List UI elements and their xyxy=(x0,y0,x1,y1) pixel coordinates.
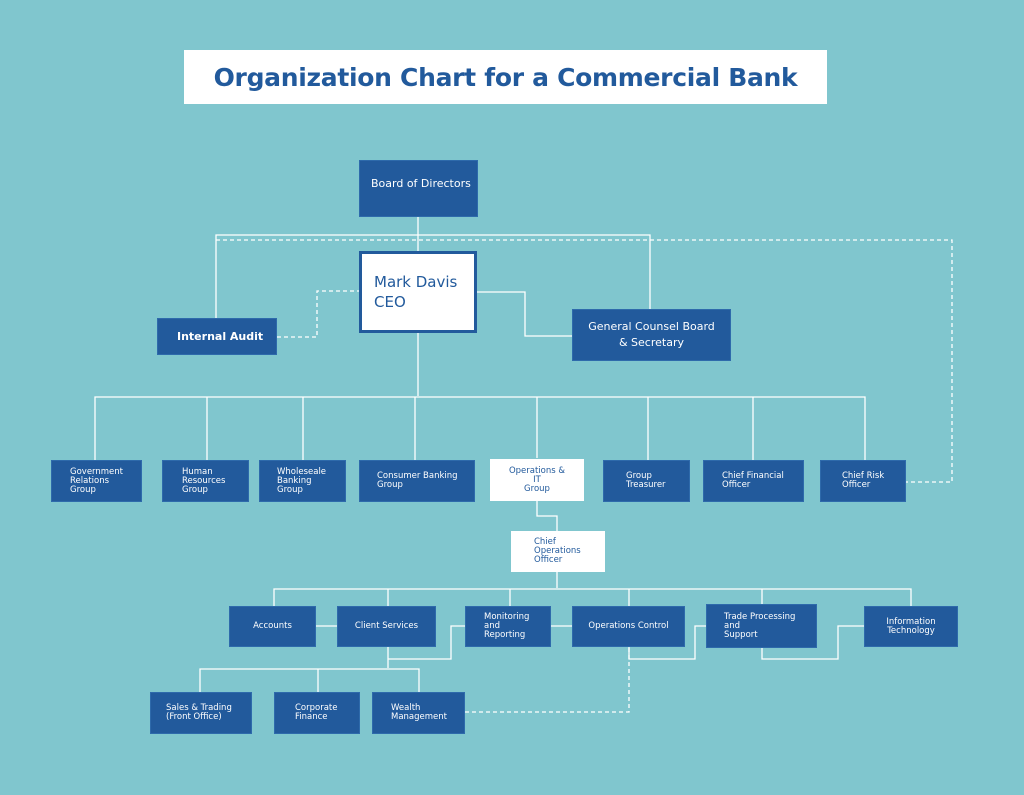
node-general-counsel[interactable]: General Counsel Board & Secretary xyxy=(572,309,731,361)
node-chief-risk-officer[interactable]: Chief Risk Officer xyxy=(820,460,906,502)
node-label: Treasurer xyxy=(626,480,666,490)
node-label: Group xyxy=(277,484,303,495)
dashed-wealth-opsctrl xyxy=(465,646,630,713)
node-label: & Secretary xyxy=(618,336,684,349)
node-label: General Counsel Board xyxy=(588,320,715,333)
node-operations-control[interactable]: Operations Control xyxy=(572,606,685,647)
node-wholesale-banking[interactable]: Wholeseale Banking Group xyxy=(259,460,346,502)
node-label: Reporting xyxy=(484,630,526,640)
node-government-relations[interactable]: Government Relations Group xyxy=(51,460,142,502)
node-label-title: CEO xyxy=(374,293,406,311)
node-label: Officer xyxy=(842,480,871,490)
node-information-technology[interactable]: Information Technology xyxy=(864,606,958,647)
node-label: Finance xyxy=(295,712,328,722)
node-label: Group xyxy=(182,484,208,495)
node-ceo[interactable]: Mark Davis CEO xyxy=(359,251,477,333)
connector-lines xyxy=(94,216,953,713)
node-human-resources[interactable]: Human Resources Group xyxy=(162,460,249,502)
connector-ops-coo xyxy=(536,501,558,531)
node-label: Group xyxy=(377,480,403,490)
connector-sub-bar xyxy=(199,668,420,692)
node-accounts[interactable]: Accounts xyxy=(229,606,316,647)
node-label: Client Services xyxy=(354,621,419,631)
node-board-of-directors[interactable]: Board of Directors xyxy=(359,160,478,217)
node-sales-trading[interactable]: Sales & Trading (Front Office) xyxy=(150,692,252,734)
node-label: Group xyxy=(70,484,96,495)
node-client-services[interactable]: Client Services xyxy=(337,606,436,647)
node-operations-it[interactable]: Operations & IT Group xyxy=(490,459,584,501)
node-corporate-finance[interactable]: Corporate Finance xyxy=(274,692,360,734)
node-label: Technology xyxy=(887,625,935,636)
node-internal-audit[interactable]: Internal Audit xyxy=(157,318,277,355)
node-label: Internal Audit xyxy=(177,330,264,343)
node-label: Accounts xyxy=(253,621,292,631)
node-chief-operations-officer[interactable]: Chief Operations Officer xyxy=(511,531,605,572)
node-consumer-banking[interactable]: Consumer Banking Group xyxy=(359,460,475,502)
node-trade-processing[interactable]: Trade Processing and Support xyxy=(706,604,817,648)
connector-groups-bar xyxy=(94,396,866,460)
node-label: Support xyxy=(724,629,758,640)
node-label: Group xyxy=(524,483,550,494)
connector-ceo-counsel xyxy=(476,291,572,337)
node-monitoring-reporting[interactable]: Monitoring and Reporting xyxy=(465,606,551,647)
dashed-audit-ceo xyxy=(277,290,359,338)
dashed-board-cro xyxy=(216,239,953,483)
node-group-treasurer[interactable]: Group Treasurer xyxy=(603,460,690,502)
node-label: Management xyxy=(391,712,447,722)
node-label: Operations Control xyxy=(588,621,669,631)
node-label: Officer xyxy=(534,555,563,565)
node-label: Board of Directors xyxy=(371,177,471,190)
node-chief-financial-officer[interactable]: Chief Financial Officer xyxy=(703,460,804,502)
node-wealth-management[interactable]: Wealth Management xyxy=(372,692,465,734)
node-label: (Front Office) xyxy=(166,712,222,722)
node-label-name: Mark Davis xyxy=(374,273,458,291)
node-label: Officer xyxy=(722,480,751,490)
